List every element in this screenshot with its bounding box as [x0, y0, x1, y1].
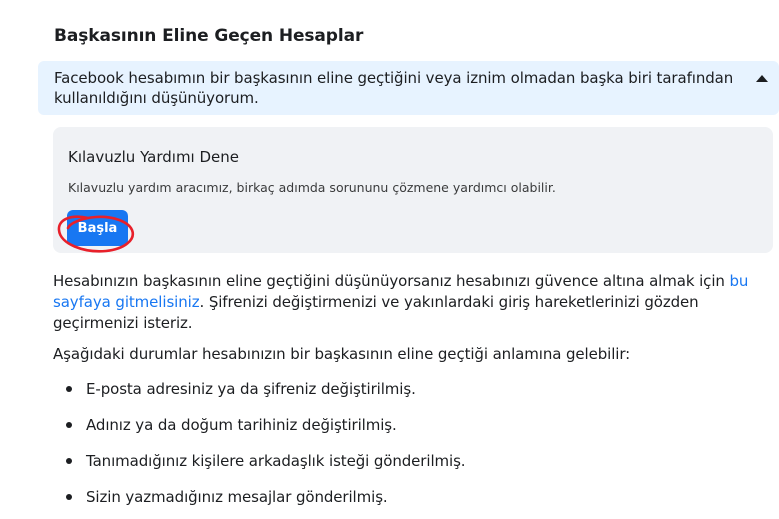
list-item: Tanımadığınız kişilere arkadaşlık isteği…	[53, 447, 466, 483]
list-item-text: Tanımadığınız kişilere arkadaşlık isteği…	[86, 452, 466, 470]
paragraph-compromised-advice: Hesabınızın başkasının eline geçtiğini d…	[53, 271, 779, 334]
list-item-text: Sizin yazmadığınız mesajlar gönderilmiş.	[86, 488, 388, 506]
faq-question-expanded[interactable]: Facebook hesabımın bir başkasının eline …	[38, 61, 779, 115]
guided-help-title: Kılavuzlu Yardımı Dene	[68, 148, 240, 166]
list-item: E-posta adresiniz ya da şifreniz değişti…	[53, 375, 465, 411]
bullet-icon	[66, 422, 72, 428]
bullet-icon	[66, 494, 72, 500]
guided-help-card: Kılavuzlu Yardımı Dene Kılavuzlu yardım …	[53, 127, 773, 253]
paragraph-signs-intro: Aşağıdaki durumlar hesabınızın bir başka…	[53, 345, 631, 363]
paragraph-text: Hesabınızın başkasının eline geçtiğini d…	[53, 272, 730, 290]
bullet-icon	[66, 386, 72, 392]
faq-question-text: Facebook hesabımın bir başkasının eline …	[54, 69, 734, 107]
guided-help-description: Kılavuzlu yardım aracımız, birkaç adımda…	[68, 180, 556, 195]
list-item: Sizin yazmadığınız mesajlar gönderilmiş.	[53, 483, 465, 519]
section-title: Başkasının Eline Geçen Hesaplar	[54, 26, 364, 46]
bullet-icon	[66, 458, 72, 464]
list-item-text: E-posta adresiniz ya da şifreniz değişti…	[86, 380, 416, 398]
list-item: Adınız ya da doğum tarihiniz değiştirilm…	[53, 411, 465, 447]
list-item-text: Adınız ya da doğum tarihiniz değiştirilm…	[86, 416, 397, 434]
caret-up-icon[interactable]	[756, 75, 768, 82]
start-button[interactable]: Başla	[67, 210, 128, 246]
signs-list: E-posta adresiniz ya da şifreniz değişti…	[53, 375, 466, 519]
